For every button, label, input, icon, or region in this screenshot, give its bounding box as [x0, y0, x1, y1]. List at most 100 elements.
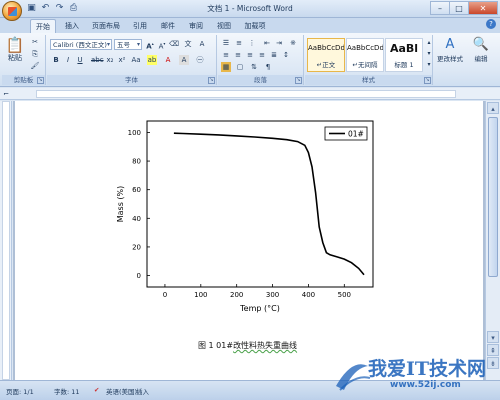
- y-tick-label: 40: [132, 215, 141, 223]
- copy-icon[interactable]: ⎘: [30, 49, 40, 59]
- change-case-icon[interactable]: Aa: [131, 55, 141, 65]
- underline-icon[interactable]: U: [75, 55, 85, 65]
- tab-addins[interactable]: 加载项: [240, 19, 270, 33]
- tab-home[interactable]: 开始: [30, 19, 56, 33]
- tab-insert[interactable]: 插入: [60, 19, 84, 33]
- clipboard-icon: 📋: [5, 36, 25, 54]
- caption-title: 改性料热失重曲线: [233, 341, 298, 350]
- ribbon-tabs: 开始 插入 页面布局 引用 邮件 审阅 视图 加载项: [0, 18, 500, 33]
- char-border-icon[interactable]: A: [197, 39, 207, 49]
- tga-chart[interactable]: 0 100 200 300 400 500 0 20 40 60 80 100 Temp (°C) Mas…: [15, 101, 483, 331]
- tab-review[interactable]: 审阅: [184, 19, 208, 33]
- window-title: 文档 1 - Microsoft Word: [207, 4, 293, 13]
- line-spacing-icon[interactable]: ↕: [281, 50, 291, 60]
- phonetic-icon[interactable]: 文: [183, 39, 193, 49]
- styles-scroll-down-icon[interactable]: ▾: [424, 49, 434, 59]
- editing-label: 编辑: [474, 55, 488, 63]
- align-left-icon[interactable]: ≡: [221, 50, 231, 60]
- format-painter-icon[interactable]: 🖌: [30, 61, 40, 71]
- shading-icon[interactable]: ▦: [221, 62, 231, 72]
- y-tick-label: 60: [132, 186, 141, 194]
- grow-font-icon[interactable]: A▴: [145, 39, 155, 50]
- help-icon[interactable]: ?: [486, 19, 496, 29]
- char-shading-icon[interactable]: A: [179, 55, 189, 65]
- tab-selector-icon[interactable]: ⌐: [1, 89, 11, 99]
- status-language[interactable]: 英语(美国): [106, 386, 137, 396]
- clear-format-icon[interactable]: ⌫: [169, 39, 179, 49]
- style-normal-name: ↵正文: [316, 61, 336, 69]
- status-mode[interactable]: 插入: [136, 386, 149, 396]
- tab-view[interactable]: 视图: [212, 19, 236, 33]
- clipboard-launcher-icon[interactable]: ↘: [37, 77, 44, 84]
- font-launcher-icon[interactable]: ↘: [208, 77, 215, 84]
- strikethrough-icon[interactable]: abc: [91, 55, 104, 65]
- scroll-up-icon[interactable]: ▴: [487, 102, 499, 114]
- subscript-icon[interactable]: x₂: [105, 55, 115, 65]
- styles-scroll-up-icon[interactable]: ▴: [424, 38, 434, 48]
- enclose-char-icon[interactable]: ㊀: [195, 55, 205, 65]
- italic-icon[interactable]: I: [63, 55, 73, 65]
- vertical-ruler[interactable]: [0, 101, 12, 380]
- office-button[interactable]: [2, 1, 22, 21]
- status-page[interactable]: 页面: 1/1: [6, 386, 34, 396]
- styles-more-icon[interactable]: ▾: [424, 60, 434, 70]
- style-no-spacing-sample: AaBbCcDd: [347, 44, 383, 52]
- increase-indent-icon[interactable]: ⇥: [274, 38, 284, 48]
- y-tick-label: 20: [132, 243, 141, 251]
- x-tick-label: 300: [266, 291, 279, 299]
- series-line-01#: [173, 132, 365, 276]
- bold-icon[interactable]: B: [51, 55, 61, 65]
- watermark-swoosh-icon: [336, 364, 371, 391]
- document-area: 0 100 200 300 400 500 0 20 40 60 80 100 Temp (°C) Mas…: [13, 101, 485, 380]
- superscript-icon[interactable]: x²: [117, 55, 127, 65]
- font-color-icon[interactable]: A: [163, 55, 173, 65]
- bullets-icon[interactable]: ☰: [221, 38, 231, 48]
- style-no-spacing[interactable]: AaBbCcDd ↵无间隔: [346, 38, 384, 72]
- tab-mailings[interactable]: 邮件: [156, 19, 180, 33]
- shrink-font-icon[interactable]: A▾: [157, 39, 167, 50]
- vertical-scrollbar[interactable]: ▴ ▾ ⇞ ⇟: [485, 101, 500, 380]
- chinese-layout-icon[interactable]: ※: [288, 38, 298, 48]
- minimize-button[interactable]: –: [430, 1, 450, 15]
- tab-references[interactable]: 引用: [128, 19, 152, 33]
- font-size-combo[interactable]: 五号: [114, 39, 142, 50]
- status-words[interactable]: 字数: 11: [54, 386, 80, 396]
- scroll-down-icon[interactable]: ▾: [487, 331, 499, 343]
- horizontal-ruler[interactable]: ⌐: [0, 88, 500, 100]
- style-normal-sample: AaBbCcDd: [308, 44, 344, 52]
- tab-page-layout[interactable]: 页面布局: [88, 19, 124, 33]
- y-tick-label: 80: [132, 158, 141, 166]
- close-button[interactable]: ✕: [468, 1, 498, 15]
- distributed-icon[interactable]: ≣: [269, 50, 279, 60]
- align-right-icon[interactable]: ≡: [245, 50, 255, 60]
- x-tick-label: 0: [163, 291, 167, 299]
- figure-caption: 图 1 01#改性料热失重曲线: [198, 340, 297, 351]
- decrease-indent-icon[interactable]: ⇤: [262, 38, 272, 48]
- x-tick-label: 500: [338, 291, 351, 299]
- paste-button[interactable]: 📋 粘贴: [4, 37, 26, 63]
- sort-icon[interactable]: ⇅: [249, 62, 259, 72]
- document-page[interactable]: 0 100 200 300 400 500 0 20 40 60 80 100 Temp (°C) Mas…: [15, 101, 483, 380]
- paragraph-launcher-icon[interactable]: ↘: [295, 77, 302, 84]
- cut-icon[interactable]: ✂: [30, 37, 40, 47]
- style-heading-1[interactable]: AaBl 标题 1: [385, 38, 423, 72]
- editing-button[interactable]: 🔍 编辑: [466, 37, 496, 63]
- styles-launcher-icon[interactable]: ↘: [424, 77, 431, 84]
- show-marks-icon[interactable]: ¶: [263, 62, 273, 72]
- font-name-combo[interactable]: Calibri (西文正文): [50, 39, 112, 50]
- borders-icon[interactable]: ▢: [235, 62, 245, 72]
- justify-icon[interactable]: ≡: [257, 50, 267, 60]
- proofing-icon[interactable]: ✔: [94, 386, 99, 394]
- numbering-icon[interactable]: ≡: [234, 38, 244, 48]
- scroll-thumb[interactable]: [488, 117, 498, 277]
- legend-label: 01#: [348, 130, 364, 139]
- align-center-icon[interactable]: ≡: [233, 50, 243, 60]
- style-normal[interactable]: AaBbCcDd ↵正文: [307, 38, 345, 72]
- multilevel-list-icon[interactable]: ⋮: [247, 38, 257, 48]
- maximize-button[interactable]: □: [449, 1, 469, 15]
- x-tick-label: 100: [194, 291, 207, 299]
- highlight-icon[interactable]: ab: [147, 55, 157, 65]
- watermark-url: www.52ij.com: [390, 380, 461, 390]
- change-styles-button[interactable]: A 更改样式: [436, 37, 464, 63]
- font-group-label: 字体: [47, 75, 216, 85]
